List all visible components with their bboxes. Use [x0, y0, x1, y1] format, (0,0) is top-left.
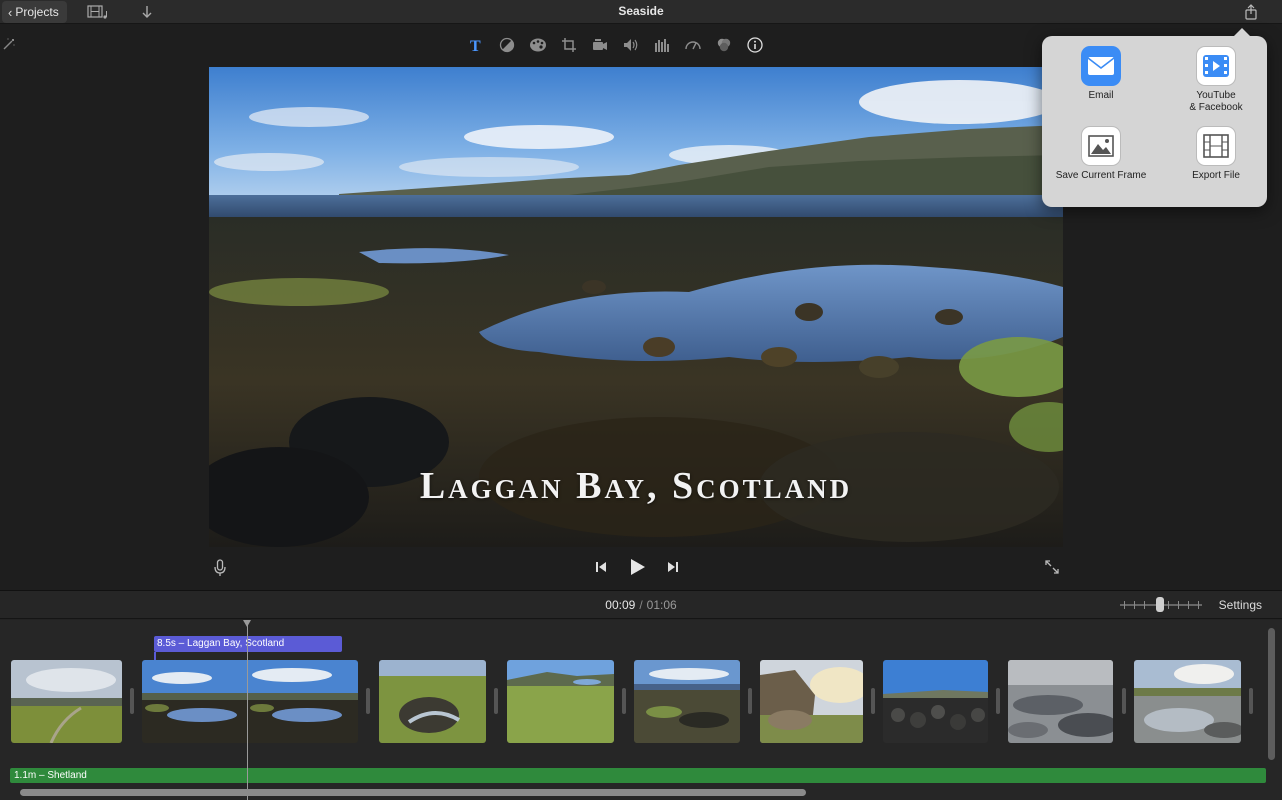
volume-icon[interactable] — [620, 35, 641, 55]
horizontal-scrollbar[interactable] — [20, 789, 806, 796]
share-icon[interactable] — [1242, 3, 1260, 21]
transition-handle[interactable] — [494, 688, 498, 714]
share-email-label: Email — [1088, 90, 1114, 101]
share-youtube-facebook-label: YouTube & Facebook — [1189, 90, 1243, 113]
video-clip[interactable] — [1134, 660, 1241, 743]
timeline: 00:09/01:06 Settings 8.5s – Laggan Bay, … — [0, 590, 1282, 800]
clip-filter-icon[interactable] — [713, 35, 734, 55]
playhead-marker[interactable] — [243, 620, 251, 627]
title-icon[interactable]: T — [465, 35, 486, 55]
transition-handle[interactable] — [622, 688, 626, 714]
zoom-tick — [1124, 601, 1125, 609]
adjustment-toolbar: T — [465, 35, 765, 55]
video-clip[interactable] — [379, 660, 486, 743]
transition-handle[interactable] — [1249, 688, 1253, 714]
video-clip[interactable] — [11, 660, 122, 743]
transition-handle[interactable] — [1122, 688, 1126, 714]
color-balance-icon[interactable] — [496, 35, 517, 55]
transition-handle[interactable] — [130, 688, 134, 714]
media-browser-icon[interactable] — [87, 3, 109, 21]
vertical-scrollbar[interactable] — [1268, 628, 1275, 760]
video-clip-selected[interactable] — [142, 660, 358, 743]
zoom-tick — [1144, 601, 1145, 609]
export-file-icon — [1196, 126, 1236, 166]
video-clip[interactable] — [1008, 660, 1113, 743]
youtube-facebook-icon — [1196, 46, 1236, 86]
track-area[interactable]: 8.5s – Laggan Bay, Scotland 1.1m – Shetl… — [0, 620, 1282, 800]
fullscreen-icon[interactable] — [1043, 558, 1061, 576]
popover-arrow — [1233, 28, 1251, 37]
export-file-button[interactable]: Export File — [1161, 126, 1271, 182]
noise-reduction-icon[interactable] — [651, 35, 672, 55]
share-youtube-facebook-button[interactable]: YouTube & Facebook — [1161, 46, 1271, 114]
speed-icon[interactable] — [682, 35, 703, 55]
export-file-label: Export File — [1192, 170, 1240, 181]
color-correction-icon[interactable] — [527, 35, 548, 55]
zoom-tick — [1198, 601, 1199, 609]
video-title-overlay: Laggan Bay, Scotland — [419, 465, 853, 507]
zoom-slider[interactable] — [1120, 597, 1202, 612]
chevron-left-icon: ‹ — [8, 4, 13, 20]
magic-wand-icon[interactable] — [2, 37, 16, 51]
save-current-frame-button[interactable]: Save Current Frame — [1046, 126, 1156, 182]
projects-label: Projects — [15, 5, 59, 19]
video-clip[interactable] — [634, 660, 740, 743]
play-icon[interactable] — [625, 557, 649, 577]
timecode: 00:09/01:06 — [0, 598, 1282, 612]
skip-forward-icon[interactable] — [663, 557, 683, 577]
zoom-slider-knob[interactable] — [1156, 597, 1164, 612]
svg-text:T: T — [470, 38, 481, 53]
video-clip[interactable] — [507, 660, 614, 743]
microphone-icon[interactable] — [211, 558, 229, 578]
time-separator: / — [639, 598, 643, 612]
project-title: Seaside — [618, 4, 664, 18]
import-arrow-icon[interactable] — [136, 3, 158, 21]
timeline-header: 00:09/01:06 Settings — [0, 591, 1282, 619]
title-clip-connector — [154, 652, 156, 660]
settings-button[interactable]: Settings — [1219, 598, 1262, 612]
info-icon[interactable] — [744, 35, 765, 55]
crop-icon[interactable] — [558, 35, 579, 55]
projects-back-button[interactable]: ‹ Projects — [2, 1, 67, 23]
title-bar: ‹ Projects Seaside — [0, 0, 1282, 24]
imovie-window: ‹ Projects Seaside T Laggan Bay, Scotlan… — [0, 0, 1282, 800]
transport-controls — [591, 557, 683, 577]
zoom-tick — [1188, 601, 1189, 609]
email-icon — [1081, 46, 1121, 86]
background-music-clip[interactable]: 1.1m – Shetland — [10, 768, 1266, 783]
title-clip[interactable]: 8.5s – Laggan Bay, Scotland — [154, 636, 342, 652]
video-clip[interactable] — [760, 660, 863, 743]
transition-handle[interactable] — [871, 688, 875, 714]
share-popover: Email YouTube & Facebook Save Current Fr… — [1042, 28, 1267, 207]
transition-handle[interactable] — [366, 688, 370, 714]
share-email-button[interactable]: Email — [1046, 46, 1156, 102]
transition-handle[interactable] — [996, 688, 1000, 714]
current-time: 00:09 — [605, 598, 636, 612]
playhead[interactable] — [247, 620, 248, 800]
stabilization-icon[interactable] — [589, 35, 610, 55]
video-preview[interactable]: Laggan Bay, Scotland — [209, 67, 1063, 547]
transition-handle[interactable] — [748, 688, 752, 714]
video-clip[interactable] — [883, 660, 988, 743]
zoom-tick — [1178, 601, 1179, 609]
zoom-tick — [1134, 601, 1135, 609]
skip-back-icon[interactable] — [591, 557, 611, 577]
zoom-tick — [1168, 601, 1169, 609]
save-frame-icon — [1081, 126, 1121, 166]
total-time: 01:06 — [646, 598, 677, 612]
save-current-frame-label: Save Current Frame — [1055, 170, 1147, 181]
